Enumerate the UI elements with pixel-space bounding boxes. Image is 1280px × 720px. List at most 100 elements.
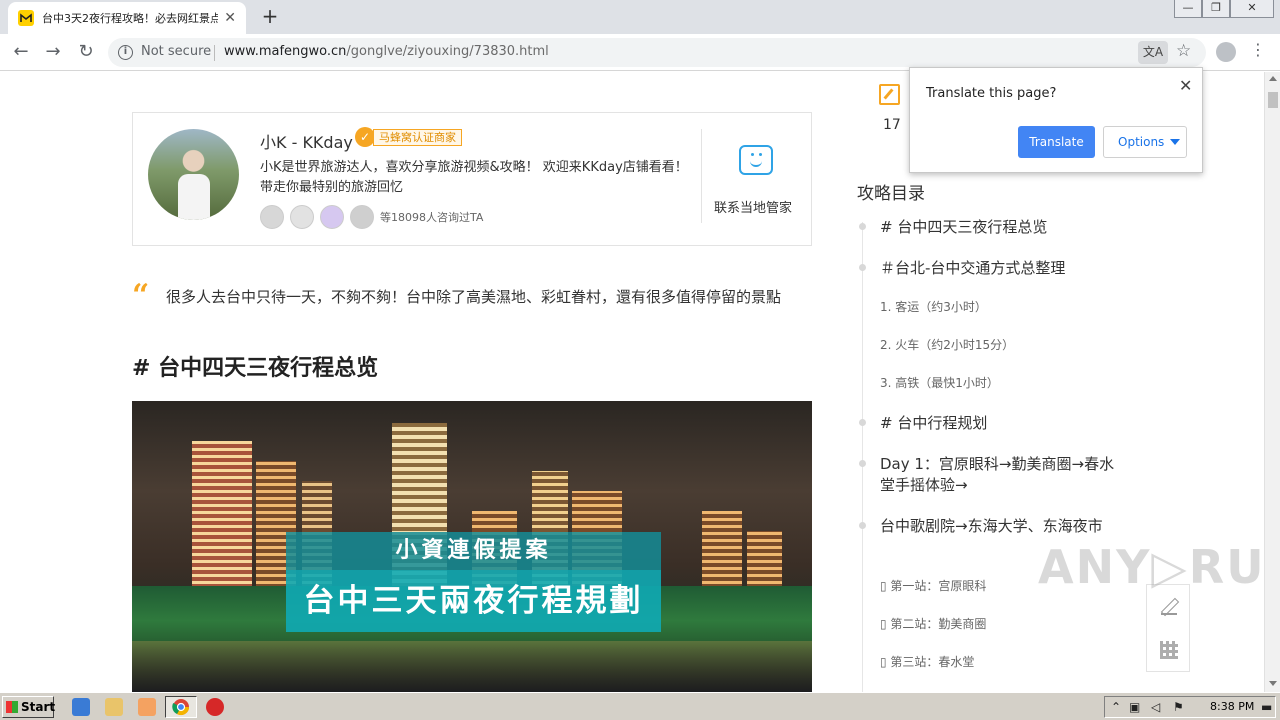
article-hero-image: 小資連假提案 台中三天兩夜行程規劃 [132,401,812,692]
image-banner-top: 小資連假提案 [286,532,661,570]
info-icon[interactable]: i [118,45,133,60]
building [747,531,782,591]
translate-options-button[interactable]: Options [1103,126,1187,158]
verified-merchant-badge: 马蜂窝认证商家 [373,129,462,146]
toc-bullet [859,223,866,230]
verified-check-icon: ✓ [355,127,375,147]
vertical-scrollbar[interactable] [1264,72,1280,692]
building [702,511,742,591]
toc-item[interactable]: # 台中行程规划 [880,413,1120,434]
building [192,441,252,591]
tab-strip: 台中3天2夜行程攻略！必去网红景点 ✕ + — ❐ ✕ [0,0,1280,34]
floating-toolbar [1146,584,1190,672]
stop-icon[interactable] [206,698,224,716]
internet-explorer-icon[interactable] [72,698,90,716]
translate-button[interactable]: Translate [1018,126,1095,158]
translate-popup: Translate this page? ✕ Translate Options [909,67,1203,173]
author-name[interactable]: 小K - KKday [260,129,353,153]
windows-taskbar: Start ⌃ ▣ ◁ ⚑ 8:38 PM ▬ [0,692,1280,720]
edit-note-icon[interactable] [879,84,900,105]
translate-icon[interactable]: 文A [1138,41,1168,64]
browser-menu-icon[interactable]: ⋮ [1250,40,1266,59]
toc-item[interactable]: 2. 火车（约2小时15分） [880,336,1120,354]
volume-icon[interactable]: ◁ [1151,700,1160,714]
show-desktop-icon[interactable]: ▬ [1261,700,1272,714]
windows-flag-icon [6,701,18,713]
window-controls: — ❐ ✕ [1174,0,1274,18]
toc-item[interactable]: ＃台北-台中交通方式总整理 [880,258,1120,279]
image-banner-bottom: 台中三天兩夜行程規劃 [286,570,661,632]
toc-bullet [859,264,866,271]
toc-item[interactable]: 台中歌剧院→东海大学、东海夜市 [880,516,1120,537]
consultant-avatar [320,205,344,229]
toc-track [862,222,863,692]
toc-item[interactable]: Day 1：宫原眼科→勤美商圈→春水堂手摇体验→ [880,454,1120,496]
toc-bullet [859,522,866,529]
anyrun-watermark: ANY▷RUN [1038,540,1264,594]
consultant-avatar [260,205,284,229]
restore-button[interactable]: ❐ [1202,0,1230,18]
browser-tab[interactable]: 台中3天2夜行程攻略！必去网红景点 ✕ [8,2,246,34]
new-tab-button[interactable]: + [258,5,282,29]
scrollbar-thumb[interactable] [1268,92,1278,108]
start-label: Start [21,700,56,714]
url-path: /gonglve/ziyouxing/73830.html [346,44,549,59]
folder-icon[interactable] [105,698,123,716]
section-title: # 台中四天三夜行程总览 [132,356,379,381]
url-text[interactable]: www.mafengwo.cn/gonglve/ziyouxing/73830.… [224,44,549,59]
qr-code-icon[interactable] [1160,641,1178,659]
close-icon[interactable]: ✕ [1179,76,1192,95]
mafengwo-favicon-icon [18,10,34,26]
url-domain: www.mafengwo.cn [224,44,347,59]
article-intro-quote: 很多人去台中只待一天，不夠不夠！台中除了高美濕地、彩虹眷村，還有很多值得停留的景… [166,288,782,306]
consult-count: 等18098人咨询过TA [380,211,484,224]
tab-title: 台中3天2夜行程攻略！必去网红景点 [42,12,219,25]
flag-icon[interactable]: ⚑ [1173,700,1184,714]
minimize-button[interactable]: — [1174,0,1202,18]
network-icon[interactable]: ▣ [1129,700,1140,714]
chrome-icon [172,699,190,716]
consultant-avatar [350,205,374,229]
media-player-icon[interactable] [138,698,156,716]
consult-row: 等18098人咨询过TA [260,205,483,229]
close-window-button[interactable]: ✕ [1230,0,1274,18]
translate-popup-title: Translate this page? [926,86,1057,101]
address-separator [214,45,215,61]
translate-options-label: Options [1118,135,1165,149]
toc-item[interactable]: ▯ 第三站：春水堂 [880,653,1120,671]
toc-bullet [859,419,866,426]
toc-bullet [859,460,866,467]
bookmark-star-icon[interactable]: ☆ [1176,41,1191,61]
toc-item[interactable]: 3. 高铁（最快1小时） [880,374,1120,392]
water-reflection [132,641,812,692]
chevron-down-icon [1170,139,1180,145]
edit-count: 17 [883,117,901,133]
back-arrow-icon[interactable]: ← [10,42,32,64]
quote-icon-partial: ❝ [138,72,144,79]
author-card: 小K - KKday ✓ 马蜂窝认证商家 小K是世界旅游达人，喜欢分享旅游视频&… [132,112,812,246]
clock[interactable]: 8:38 PM [1210,700,1254,713]
author-bio: 小K是世界旅游达人，喜欢分享旅游视频&攻略！ 欢迎来KKday店铺看看！带走你最… [260,160,688,195]
image-banner: 小資連假提案 台中三天兩夜行程規劃 [286,532,661,632]
scroll-up-arrow-icon[interactable] [1269,76,1277,81]
scroll-down-arrow-icon[interactable] [1269,681,1277,686]
toc-item[interactable]: ▯ 第二站：勤美商圈 [880,615,1120,633]
consultant-avatar [290,205,314,229]
profile-avatar-icon[interactable] [1216,42,1236,62]
security-label[interactable]: Not secure [141,44,211,59]
tray-expand-icon[interactable]: ⌃ [1111,700,1121,714]
forward-arrow-icon[interactable]: → [42,42,64,64]
contact-local-butler-link[interactable]: 联系当地管家 [714,197,792,216]
author-avatar[interactable] [148,129,239,220]
toc-item[interactable]: 1. 客运（约3小时） [880,298,1120,316]
address-bar[interactable]: i Not secure www.mafengwo.cn/gonglve/ziy… [108,38,1206,67]
card-divider [701,129,702,223]
tab-close-icon[interactable]: ✕ [224,10,236,26]
pencil-icon[interactable] [1161,599,1177,615]
toc-item[interactable]: # 台中四天三夜行程总览 [880,217,1120,238]
reload-icon[interactable]: ↻ [75,42,97,64]
browser-toolbar: ← → ↻ i Not secure www.mafengwo.cn/gongl… [0,34,1280,71]
chrome-taskbar-button[interactable] [165,696,197,718]
chat-bubble-icon[interactable] [739,145,773,175]
start-button[interactable]: Start [2,696,56,718]
